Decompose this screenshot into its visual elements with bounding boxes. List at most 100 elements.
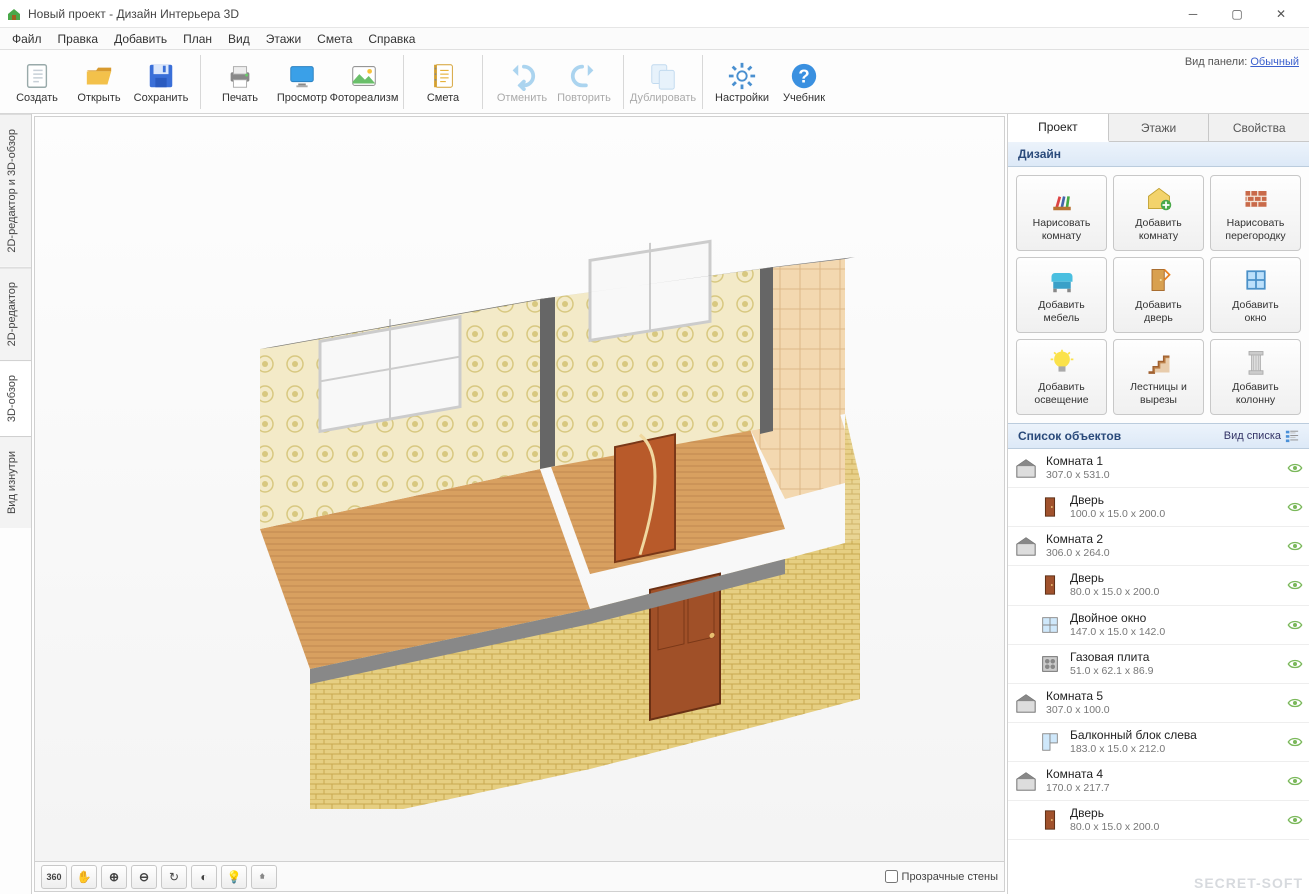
vtab-v-both[interactable]: 2D-редактор и 3D-обзор — [0, 114, 31, 267]
save-icon — [145, 60, 177, 92]
photorealism-icon — [348, 60, 380, 92]
create-button[interactable]: Создать — [6, 53, 68, 111]
estimate-button[interactable]: Смета — [412, 53, 474, 111]
draw-partition-button[interactable]: Нарисоватьперегородку — [1210, 175, 1301, 251]
duplicate-button: Дублировать — [632, 53, 694, 111]
draw-partition-icon — [1241, 183, 1271, 213]
object-item[interactable]: Комната 1307.0 x 531.0 — [1008, 449, 1309, 488]
object-item[interactable]: Дверь80.0 x 15.0 x 200.0 — [1008, 566, 1309, 605]
room-icon — [1014, 691, 1038, 715]
view-zoomout-button[interactable]: ⊖ — [131, 865, 157, 889]
object-list: Комната 1307.0 x 531.0Дверь100.0 x 15.0 … — [1008, 449, 1309, 894]
visibility-eye-icon[interactable] — [1287, 775, 1303, 787]
tutorial-icon — [788, 60, 820, 92]
door-icon — [1038, 495, 1062, 519]
app-icon — [6, 6, 22, 22]
view-scene-button[interactable]: ◐ — [191, 865, 217, 889]
duplicate-icon — [647, 60, 679, 92]
add-light-button[interactable]: Добавитьосвещение — [1016, 339, 1107, 415]
menu-добавить[interactable]: Добавить — [106, 30, 175, 48]
rp-tab-Этажи[interactable]: Этажи — [1109, 114, 1210, 141]
view-home-button[interactable] — [251, 865, 277, 889]
visibility-eye-icon[interactable] — [1287, 579, 1303, 591]
room-icon — [1014, 769, 1038, 793]
panel-mode-link[interactable]: Обычный — [1250, 56, 1299, 68]
canvas-3d[interactable] — [35, 117, 1004, 861]
visibility-eye-icon[interactable] — [1287, 697, 1303, 709]
tutorial-button[interactable]: Учебник — [773, 53, 835, 111]
minimize-button[interactable]: ─ — [1171, 0, 1215, 28]
menu-этажи[interactable]: Этажи — [258, 30, 309, 48]
view-toolbar: 360 ✋ ⊕ ⊖ ↻ ◐ 💡 Прозрачные стены — [35, 861, 1004, 891]
door-icon — [1038, 573, 1062, 597]
object-item[interactable]: Газовая плита51.0 x 62.1 x 86.9 — [1008, 645, 1309, 684]
add-column-button[interactable]: Добавитьколонну — [1210, 339, 1301, 415]
object-item[interactable]: Балконный блок слева183.0 x 15.0 x 212.0 — [1008, 723, 1309, 762]
menu-смета[interactable]: Смета — [309, 30, 360, 48]
add-window-icon — [1241, 265, 1271, 295]
estimate-icon — [427, 60, 459, 92]
add-door-button[interactable]: Добавитьдверь — [1113, 257, 1204, 333]
balcony-icon — [1038, 730, 1062, 754]
window-icon — [1038, 613, 1062, 637]
create-icon — [21, 60, 53, 92]
settings-button[interactable]: Настройки — [711, 53, 773, 111]
visibility-eye-icon[interactable] — [1287, 658, 1303, 670]
rp-tab-Проект[interactable]: Проект — [1008, 114, 1109, 142]
view-zoomin-button[interactable]: ⊕ — [101, 865, 127, 889]
transparent-walls-checkbox[interactable]: Прозрачные стены — [885, 870, 998, 883]
list-view-toggle[interactable]: Вид списка — [1224, 429, 1299, 443]
titlebar: Новый проект - Дизайн Интерьера 3D ─ ▢ ✕ — [0, 0, 1309, 28]
right-panel: ПроектЭтажиСвойства Дизайн Нарисоватьком… — [1007, 114, 1309, 894]
visibility-eye-icon[interactable] — [1287, 736, 1303, 748]
view-pan-button[interactable]: ✋ — [71, 865, 97, 889]
object-item[interactable]: Комната 4170.0 x 217.7 — [1008, 762, 1309, 801]
room-icon — [1014, 456, 1038, 480]
menu-справка[interactable]: Справка — [360, 30, 423, 48]
visibility-eye-icon[interactable] — [1287, 619, 1303, 631]
print-button[interactable]: Печать — [209, 53, 271, 111]
add-door-icon — [1144, 265, 1174, 295]
add-room-button[interactable]: Добавитькомнату — [1113, 175, 1204, 251]
photorealism-button[interactable]: Фотореализм — [333, 53, 395, 111]
view-rotate-button[interactable]: ↻ — [161, 865, 187, 889]
add-furniture-button[interactable]: Добавитьмебель — [1016, 257, 1107, 333]
menu-вид[interactable]: Вид — [220, 30, 258, 48]
add-light-icon — [1047, 347, 1077, 377]
redo-icon — [568, 60, 600, 92]
draw-room-icon — [1047, 183, 1077, 213]
viewport-3d[interactable]: 360 ✋ ⊕ ⊖ ↻ ◐ 💡 Прозрачные стены — [34, 116, 1005, 892]
vtab-v-3d[interactable]: 3D-обзор — [0, 360, 31, 436]
door-icon — [1038, 808, 1062, 832]
visibility-eye-icon[interactable] — [1287, 462, 1303, 474]
stove-icon — [1038, 652, 1062, 676]
object-item[interactable]: Дверь100.0 x 15.0 x 200.0 — [1008, 488, 1309, 527]
menu-план[interactable]: План — [175, 30, 220, 48]
visibility-eye-icon[interactable] — [1287, 501, 1303, 513]
vtab-v-inside[interactable]: Вид изнутри — [0, 436, 31, 528]
object-item[interactable]: Комната 2306.0 x 264.0 — [1008, 527, 1309, 566]
stairs-button[interactable]: Лестницы ивырезы — [1113, 339, 1204, 415]
save-button[interactable]: Сохранить — [130, 53, 192, 111]
draw-room-button[interactable]: Нарисоватькомнату — [1016, 175, 1107, 251]
preview-button[interactable]: Просмотр — [271, 53, 333, 111]
add-window-button[interactable]: Добавитьокно — [1210, 257, 1301, 333]
menu-файл[interactable]: Файл — [4, 30, 50, 48]
menu-правка[interactable]: Правка — [50, 30, 107, 48]
view-light-button[interactable]: 💡 — [221, 865, 247, 889]
visibility-eye-icon[interactable] — [1287, 814, 1303, 826]
panel-mode-label: Вид панели: Обычный — [1185, 56, 1299, 68]
open-button[interactable]: Открыть — [68, 53, 130, 111]
visibility-eye-icon[interactable] — [1287, 540, 1303, 552]
rp-tab-Свойства[interactable]: Свойства — [1209, 114, 1309, 141]
vtab-v-2d[interactable]: 2D-редактор — [0, 267, 31, 360]
maximize-button[interactable]: ▢ — [1215, 0, 1259, 28]
view-360-button[interactable]: 360 — [41, 865, 67, 889]
stairs-icon — [1144, 347, 1174, 377]
close-button[interactable]: ✕ — [1259, 0, 1303, 28]
undo-button: Отменить — [491, 53, 553, 111]
undo-icon — [506, 60, 538, 92]
object-item[interactable]: Дверь80.0 x 15.0 x 200.0 — [1008, 801, 1309, 840]
object-item[interactable]: Комната 5307.0 x 100.0 — [1008, 684, 1309, 723]
object-item[interactable]: Двойное окно147.0 x 15.0 x 142.0 — [1008, 606, 1309, 645]
